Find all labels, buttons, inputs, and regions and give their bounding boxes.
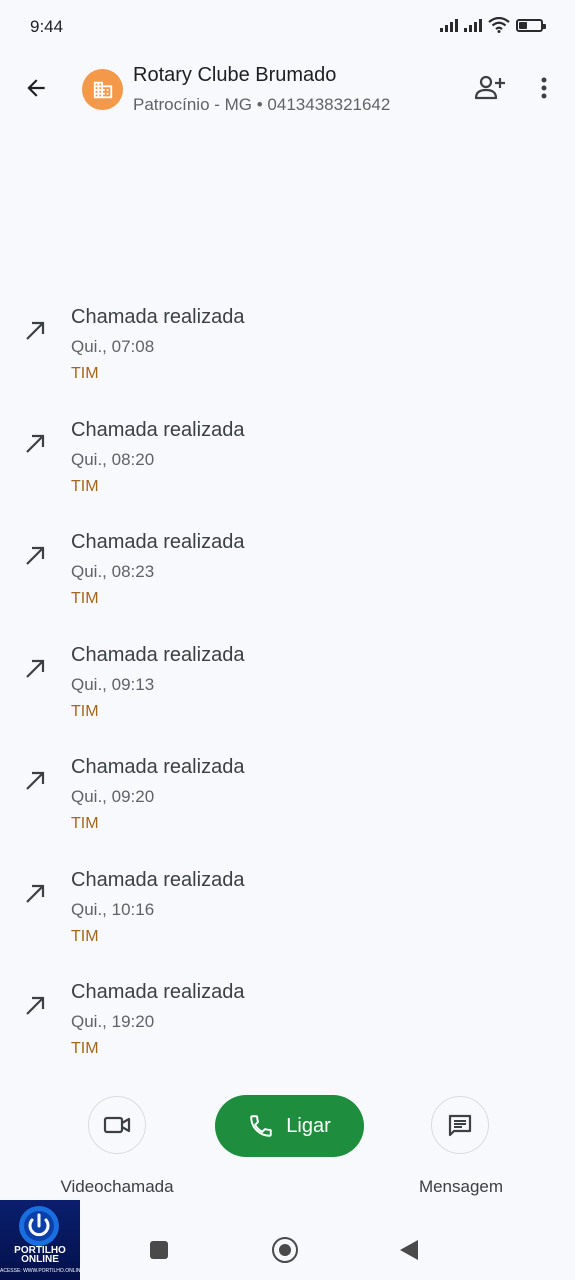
message-label: Mensagem: [418, 1177, 504, 1196]
call-history-item[interactable]: Chamada realizada Qui., 19:20 TIM: [0, 973, 575, 1086]
call-time: Qui., 07:08: [71, 337, 155, 356]
call-carrier: TIM: [71, 365, 99, 382]
outgoing-call-icon: [26, 321, 45, 340]
more-vert-icon: [541, 77, 547, 99]
video-call-button[interactable]: [88, 1096, 146, 1154]
video-call-label: Videochamada: [60, 1177, 174, 1196]
contact-name: Rotary Clube Brumado: [133, 64, 337, 86]
call-history-list: Chamada realizada Qui., 07:08 TIM Chamad…: [0, 298, 575, 1086]
call-button-label: Ligar: [286, 1114, 331, 1137]
app-bar: Rotary Clube Brumado Patrocínio - MG • 0…: [0, 58, 575, 122]
call-history-item[interactable]: Chamada realizada Qui., 07:08 TIM: [0, 298, 575, 411]
call-time: Qui., 10:16: [71, 899, 155, 919]
watermark-text: ONLINE: [21, 1254, 59, 1265]
call-time: Qui., 08:23: [71, 562, 155, 581]
avatar: [82, 69, 123, 110]
outgoing-call-icon: [26, 884, 45, 903]
call-time: Qui., 09:20: [71, 787, 155, 806]
call-title: Chamada realizada: [71, 756, 245, 778]
call-title: Chamada realizada: [71, 868, 245, 891]
battery-icon: [516, 18, 546, 32]
call-history-item[interactable]: Chamada realizada Qui., 09:13 TIM: [0, 636, 575, 749]
call-carrier: TIM: [71, 702, 99, 720]
call-carrier: TIM: [71, 815, 99, 832]
status-icons: [440, 17, 546, 33]
system-nav-bar: [0, 1222, 575, 1280]
power-icon: [19, 1206, 59, 1246]
wifi-icon: [488, 17, 510, 33]
outgoing-call-icon: [26, 771, 45, 790]
call-time: Qui., 08:20: [71, 449, 155, 469]
outgoing-call-icon: [26, 546, 45, 565]
more-options-button[interactable]: [528, 70, 560, 106]
call-button[interactable]: Ligar: [215, 1095, 364, 1157]
back-nav-button[interactable]: [400, 1240, 418, 1260]
videocam-icon: [103, 1116, 131, 1134]
contact-subtitle: Patrocínio - MG • 0413438321642: [133, 95, 391, 114]
message-icon: [448, 1114, 472, 1137]
call-title: Chamada realizada: [71, 531, 245, 553]
arrow-back-icon: [27, 79, 45, 97]
call-carrier: TIM: [71, 1040, 99, 1057]
battery-level: [519, 21, 528, 29]
call-time: Qui., 09:13: [71, 674, 155, 694]
message-button[interactable]: [431, 1096, 489, 1154]
call-history-item[interactable]: Chamada realizada Qui., 08:23 TIM: [0, 523, 575, 636]
call-carrier: TIM: [71, 477, 99, 495]
call-time: Qui., 19:20: [71, 1012, 155, 1031]
call-title: Chamada realizada: [71, 643, 245, 666]
back-button[interactable]: [18, 70, 54, 106]
status-time: 9:44: [30, 17, 64, 36]
call-history-item[interactable]: Chamada realizada Qui., 09:20 TIM: [0, 748, 575, 861]
building-icon: [93, 81, 112, 98]
home-nav-button[interactable]: [272, 1237, 298, 1263]
call-carrier: TIM: [71, 590, 99, 607]
outgoing-call-icon: [26, 434, 45, 453]
signal-icon: [464, 18, 482, 32]
call-carrier: TIM: [71, 927, 99, 945]
call-title: Chamada realizada: [71, 981, 245, 1003]
status-bar: 9:44: [0, 0, 575, 52]
call-history-item[interactable]: Chamada realizada Qui., 08:20 TIM: [0, 411, 575, 524]
phone-icon: [250, 1115, 272, 1137]
action-bar: Videochamada Ligar Mensagem: [0, 1092, 575, 1202]
recents-nav-button[interactable]: [150, 1241, 168, 1259]
call-history-item[interactable]: Chamada realizada Qui., 10:16 TIM: [0, 861, 575, 974]
outgoing-call-icon: [26, 659, 45, 678]
signal-icon: [440, 18, 458, 32]
call-title: Chamada realizada: [71, 418, 245, 441]
person-add-icon: [474, 75, 505, 100]
watermark-logo: PORTILHO ONLINE ACESSE: WWW.PORTILHO.ONL…: [0, 1200, 80, 1280]
watermark-url: ACESSE: WWW.PORTILHO.ONLINE: [0, 1268, 80, 1274]
call-title: Chamada realizada: [71, 306, 245, 328]
add-contact-button[interactable]: [470, 70, 510, 106]
outgoing-call-icon: [26, 996, 45, 1015]
